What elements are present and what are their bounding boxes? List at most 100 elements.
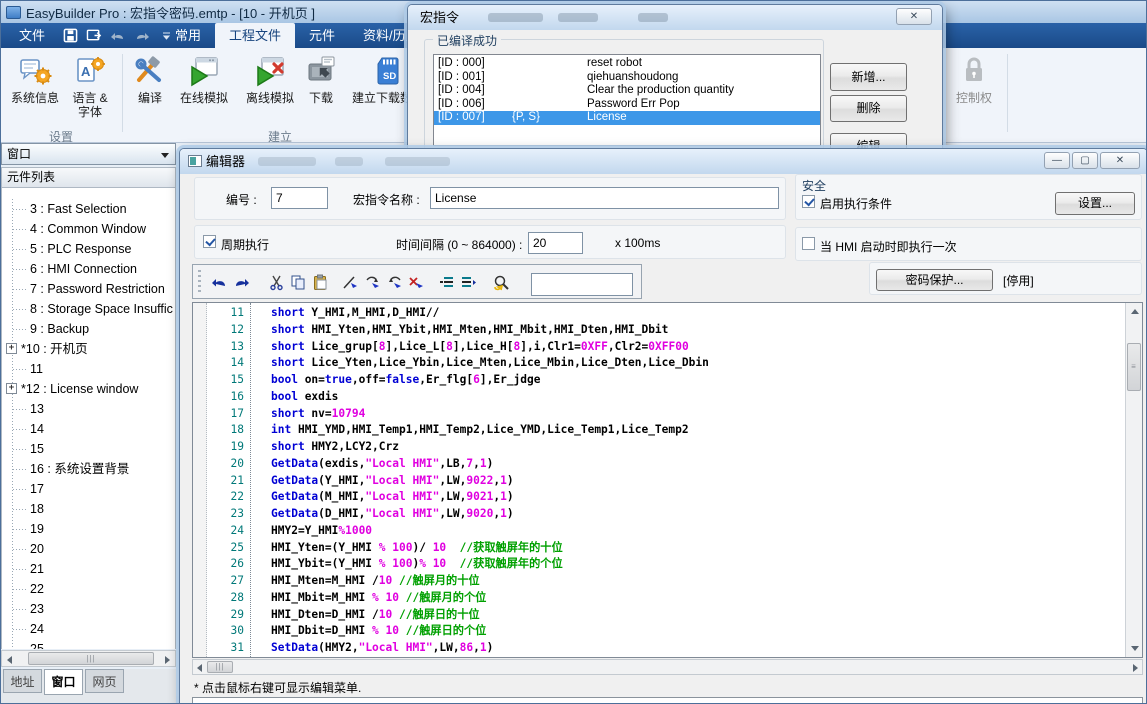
tree-item[interactable]: 11 [2, 359, 176, 379]
search-input[interactable] [531, 273, 633, 296]
export-icon[interactable] [85, 28, 103, 44]
tree-item[interactable]: 24 [2, 619, 176, 639]
save-icon[interactable] [61, 28, 79, 44]
system-info-button[interactable]: 系统信息 [7, 54, 63, 132]
code-text-area[interactable]: short Y_HMI,M_HMI,D_HMI//short HMI_Yten,… [252, 303, 1125, 657]
sidebar-horizontal-scrollbar[interactable]: ||| [1, 650, 176, 667]
file-menu-button[interactable]: 文件 [7, 23, 57, 48]
indent-icon[interactable] [438, 274, 455, 291]
enable-condition-checkbox[interactable] [802, 195, 815, 208]
scrollbar-thumb[interactable]: ≡ [1127, 343, 1141, 391]
code-line: short nv=10794 [271, 406, 1125, 423]
code-vertical-scrollbar[interactable]: ≡ [1125, 303, 1142, 657]
maximize-icon[interactable]: ▢ [1072, 152, 1098, 169]
clear-marks-icon[interactable] [408, 274, 425, 291]
undo-icon[interactable] [109, 28, 127, 44]
sidebar-tab-1[interactable]: 窗口 [44, 669, 83, 695]
tree-item[interactable]: 19 [2, 519, 176, 539]
close-icon[interactable]: ✕ [896, 8, 932, 25]
tree-item[interactable]: 14 [2, 419, 176, 439]
settings-button[interactable]: 设置... [1055, 192, 1135, 215]
macro-list-row[interactable]: [ID : 000]reset robot [434, 57, 820, 71]
scroll-right-arrow[interactable] [165, 656, 170, 664]
online-simulation-button[interactable]: 在线模拟 [173, 54, 235, 132]
macro-list[interactable]: [ID : 000]reset robot[ID : 001]qiehuansh… [433, 54, 821, 146]
expand-icon[interactable]: + [6, 383, 17, 394]
tree-item[interactable]: +*12 : License window [2, 379, 176, 399]
tree-item[interactable]: 4 : Common Window [2, 219, 176, 239]
scroll-left-arrow[interactable] [197, 664, 202, 672]
redo-icon[interactable] [233, 274, 250, 291]
macro-list-row[interactable]: [ID : 006]Password Err Pop [434, 98, 820, 112]
interval-input[interactable] [528, 232, 583, 254]
offline-simulation-button[interactable]: 离线模拟 [239, 54, 301, 132]
line-number: 16 [207, 389, 250, 406]
scroll-down-arrow[interactable] [1131, 646, 1139, 651]
language-font-button[interactable]: A 语言 & 字体 [65, 54, 115, 132]
tree-item[interactable]: 15 [2, 439, 176, 459]
line-number: 28 [207, 590, 250, 607]
download-label: 下载 [301, 91, 341, 105]
tree-item[interactable]: 9 : Backup [2, 319, 176, 339]
cut-icon[interactable] [268, 274, 285, 291]
scrollbar-thumb[interactable]: ||| [207, 661, 233, 673]
tree-item[interactable]: 7 : Password Restriction [2, 279, 176, 299]
chevron-down-icon [161, 153, 169, 158]
new-macro-button[interactable]: 新增... [830, 63, 907, 91]
paste-icon[interactable] [312, 274, 329, 291]
minimize-icon[interactable]: — [1044, 152, 1070, 169]
tree-item[interactable]: 5 : PLC Response [2, 239, 176, 259]
scrollbar-thumb[interactable]: ||| [28, 652, 154, 665]
password-protect-button[interactable]: 密码保护... [876, 269, 993, 291]
ribbon-tab-0[interactable]: 常用 [161, 23, 215, 48]
ribbon-tab-2[interactable]: 元件 [295, 23, 349, 48]
macro-name-input[interactable] [430, 187, 779, 209]
window-pane-dropdown[interactable]: 窗口 [1, 143, 176, 165]
periodic-checkbox[interactable] [203, 235, 216, 248]
line-number: 12 [207, 322, 250, 339]
tree-item[interactable]: 21 [2, 559, 176, 579]
control-permission-button[interactable]: 控制权 [946, 54, 1002, 132]
macro-list-row[interactable]: [ID : 004]Clear the production quantity [434, 84, 820, 98]
macro-id-input[interactable] [271, 187, 328, 209]
sidebar-tab-0[interactable]: 地址 [3, 669, 42, 693]
redo-icon[interactable] [133, 28, 151, 44]
search-icon[interactable] [493, 274, 510, 291]
tree-item[interactable]: 23 [2, 599, 176, 619]
scroll-right-arrow[interactable] [1133, 664, 1138, 672]
scroll-left-arrow[interactable] [7, 656, 12, 664]
ribbon-tab-1[interactable]: 工程文件 [215, 23, 295, 48]
outdent-icon[interactable] [460, 274, 477, 291]
tree-item[interactable]: 20 [2, 539, 176, 559]
macro-dialog-titlebar[interactable]: 宏指令 ✕ [408, 5, 942, 30]
line-number: 21 [207, 473, 250, 490]
delete-macro-button[interactable]: 删除 [830, 95, 907, 122]
insert-mark-icon[interactable] [342, 274, 359, 291]
undo-icon[interactable] [211, 274, 228, 291]
tree-item[interactable]: 17 [2, 479, 176, 499]
macro-list-row[interactable]: [ID : 001]qiehuanshoudong [434, 71, 820, 85]
compile-button[interactable]: 编译 [127, 54, 173, 132]
tree-item[interactable]: 3 : Fast Selection [2, 199, 176, 219]
expand-icon[interactable]: + [6, 343, 17, 354]
tree-item[interactable]: 18 [2, 499, 176, 519]
copy-icon[interactable] [290, 274, 307, 291]
close-icon[interactable]: ✕ [1100, 152, 1140, 169]
tree-item[interactable]: +*10 : 开机页 [2, 339, 176, 359]
macro-list-row[interactable]: [ID : 007]{P, S}License [434, 111, 820, 125]
sidebar-tab-2[interactable]: 网页 [85, 669, 124, 693]
tree-item[interactable]: 16 : 系统设置背景 [2, 459, 176, 479]
code-horizontal-scrollbar[interactable]: ||| [192, 659, 1143, 675]
tree-item[interactable]: 25 [2, 639, 176, 649]
download-button[interactable]: 下载 [301, 54, 341, 132]
tree-item[interactable]: 6 : HMI Connection [2, 259, 176, 279]
editor-titlebar[interactable]: 编辑器 — ▢ ✕ [180, 149, 1147, 174]
tree-item[interactable]: 13 [2, 399, 176, 419]
tree-item[interactable]: 22 [2, 579, 176, 599]
run-on-startup-checkbox[interactable] [802, 237, 815, 250]
prev-mark-icon[interactable] [386, 274, 403, 291]
scroll-up-arrow[interactable] [1131, 309, 1139, 314]
line-number: 22 [207, 489, 250, 506]
next-mark-icon[interactable] [364, 274, 381, 291]
tree-item[interactable]: 8 : Storage Space Insuffic [2, 299, 176, 319]
